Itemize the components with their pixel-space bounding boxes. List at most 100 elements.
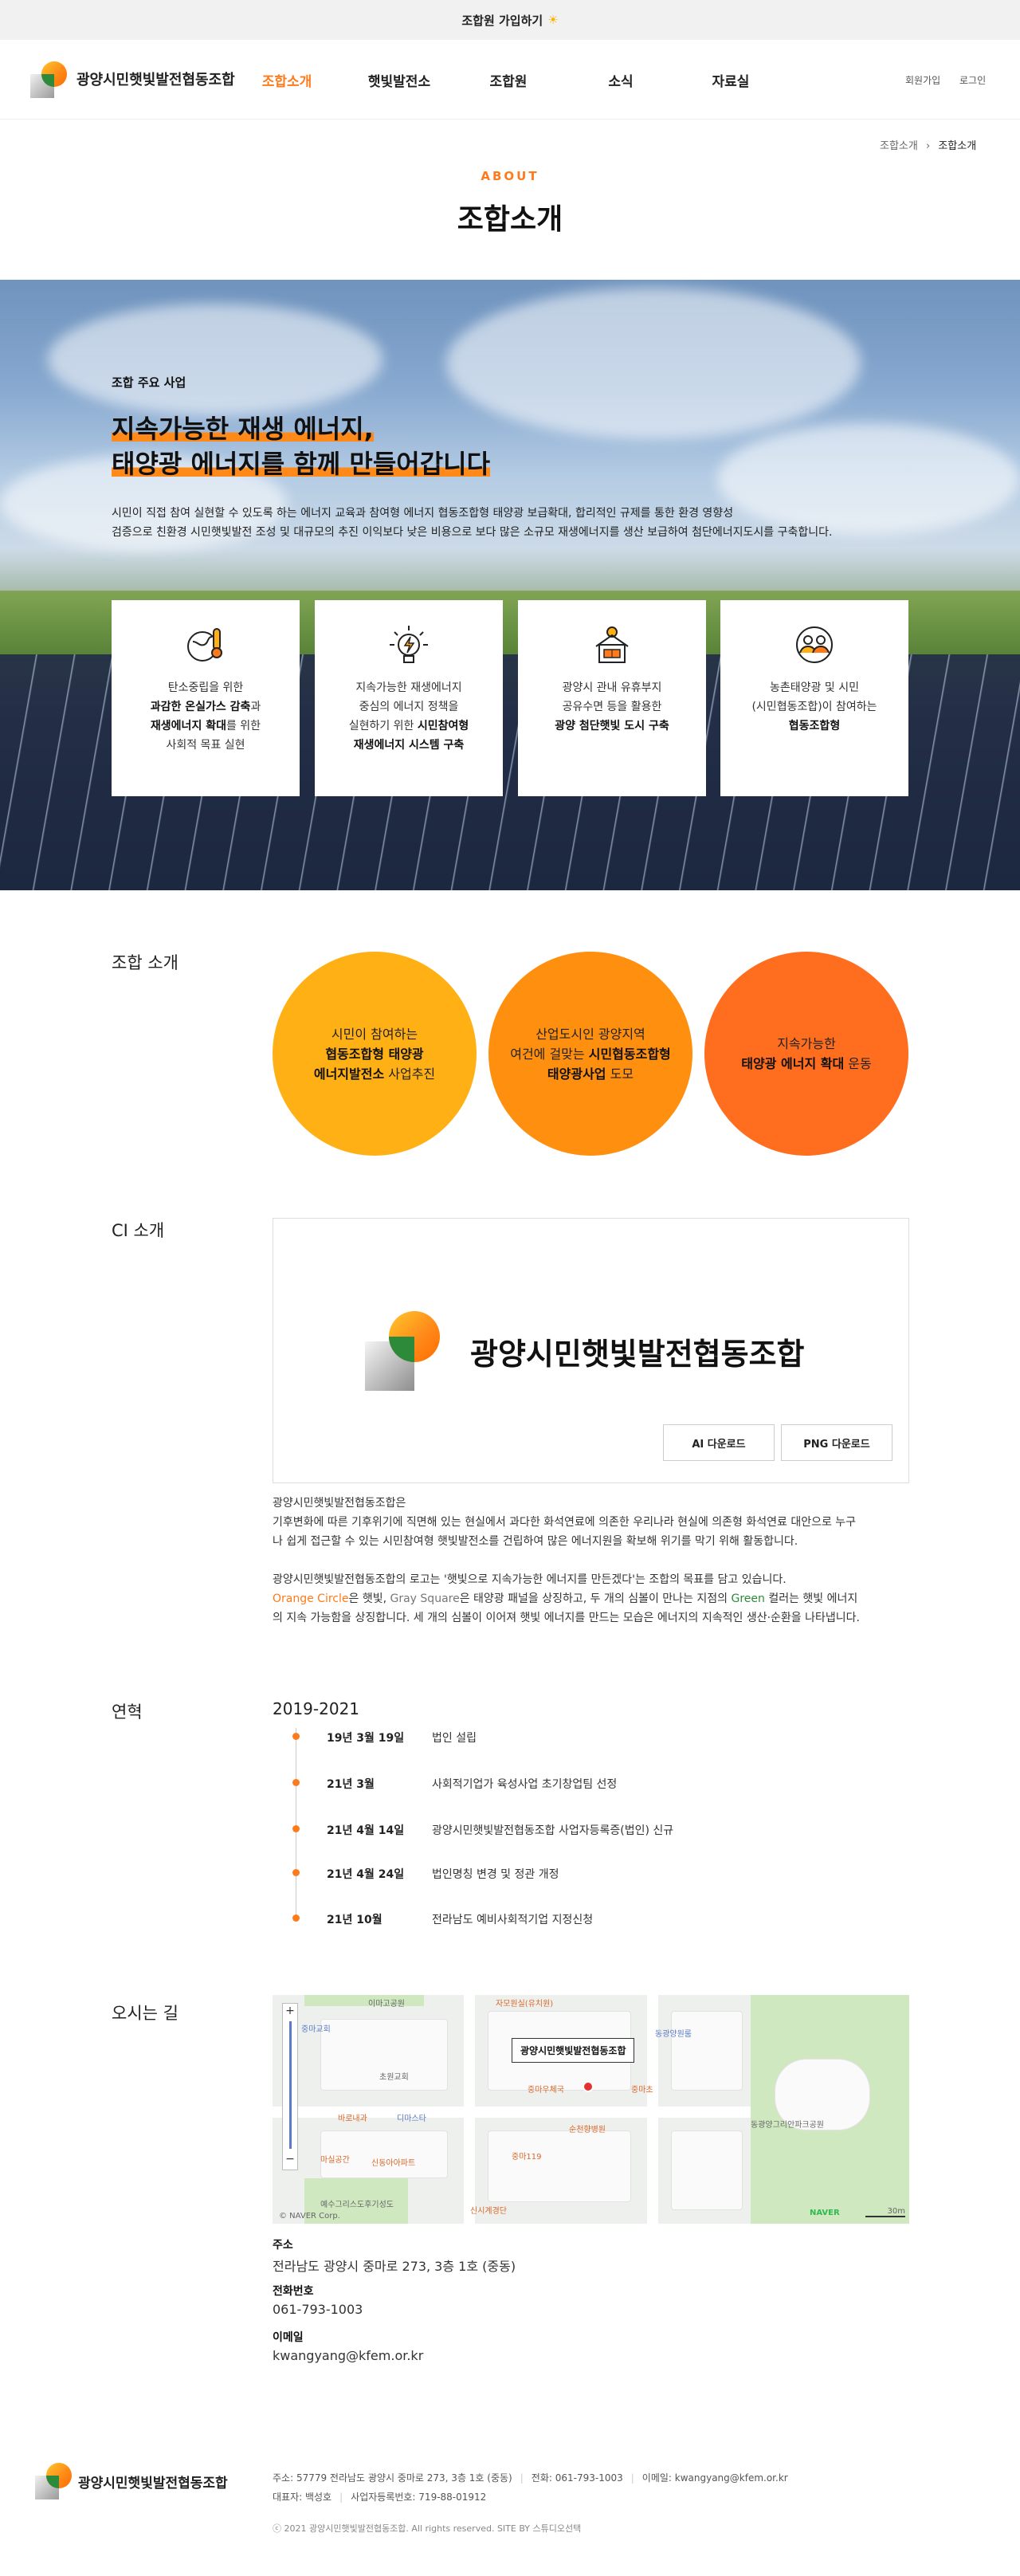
road [464,1995,475,2224]
card-line-rest: 를 위한 [226,720,261,732]
earth-thermometer-icon [185,624,226,666]
hero-overlay [0,280,1020,890]
ci-text-line: 기후변화에 따른 기후위기에 직면해 있는 현실에서 과다한 화석연료에 의존한… [273,1516,857,1529]
phone-value[interactable]: 061-793-1003 [273,2302,363,2317]
card-line-strong: 시민참여형 [417,720,469,732]
ai-download-button[interactable]: AI 다운로드 [663,1424,775,1461]
timeline-dot [292,1869,300,1876]
circle-line-strong: 시민협동조합형 [588,1046,671,1062]
card-line-strong: 재생에너지 시스템 구축 [353,739,465,752]
zoom-slider[interactable] [288,2021,292,2149]
map-place-label: 중마119 [512,2153,542,2162]
map-place-label: 자모원실(유치원) [496,2000,554,2009]
green-term: Green [731,1592,765,1605]
ci-text-line: 나 쉽게 접근할 수 있는 시민참여형 햇빛발전소를 건립하여 많은 에너지원을… [273,1535,798,1548]
ci-paragraph-1: 광양시민햇빛발전협동조합은 기후변화에 따른 기후위기에 직면해 있는 현실에서… [273,1494,910,1551]
ci-text-part: 은 햇빛, [348,1592,390,1605]
card-line: 공유수면 등을 활용한 [562,701,662,713]
circle-line-rest: 도모 [606,1066,634,1082]
circle-line: 시민이 참여하는 [331,1026,418,1042]
map-place-label: 동광양그리안파크공원 [751,2121,824,2130]
site-header: 광양시민햇빛발전협동조합 조합소개 햇빛발전소 조합원 소식 자료실 회원가입 … [0,40,1020,120]
ci-logo-name: 광양시민햇빛발전협동조합 [470,1337,805,1372]
sun-icon: ☀ [547,13,559,27]
card-line-rest: 과 [250,701,261,713]
map-place-label: 신시계경단 [470,2207,507,2216]
hero-title-text2: 태양광 에너지를 함께 만들어갑니다 [112,449,491,479]
page-title-en: ABOUT [481,169,539,183]
map-zoom-control[interactable]: + − [282,2003,298,2170]
map-scale: 30m [865,2207,905,2217]
history-text: 광양시민햇빛발전협동조합 사업자등록증(법인) 신규 [432,1824,674,1837]
map-block [671,2011,743,2091]
card-line: 탄소중립을 위한 [167,681,244,694]
join-banner[interactable]: 조합원 가입하기 ☀ [0,0,1020,40]
map-pin-icon[interactable] [583,2081,594,2092]
lightbulb-bolt-icon [388,624,430,666]
circle-line: 협동조합형 태양광 [314,1044,435,1064]
footer-info-line: 주소: 57779 전라남도 광양시 중마로 273, 3층 1호 (중동) | 전… [273,2472,788,2484]
history-section-label: 연혁 [112,1702,143,1722]
footer-address: 주소: 57779 전라남도 광양시 중마로 273, 3층 1호 (중동) [273,2472,512,2484]
circle-line-strong: 에너지발전소 [313,1066,385,1082]
footer-logo-icon[interactable] [35,2463,72,2499]
ci-logo-icon [365,1311,440,1391]
history-text: 법인 설립 [432,1732,477,1745]
nav-news[interactable]: 소식 [573,70,669,90]
history-date: 21년 4월 24일 [327,1868,405,1881]
zoom-in-icon[interactable]: + [283,2004,297,2018]
ci-text-part: 은 태양광 패널을 상징하고, 두 개의 심볼이 만나는 지점의 [459,1592,732,1605]
business-card-carbon: 탄소중립을 위한 과감한 온실가스 감축과 재생에너지 확대를 위한 사회적 목… [112,600,300,796]
card-line: 사회적 목표 실현 [166,739,245,752]
card-line: 재생에너지 시스템 구축 [315,736,503,755]
history-date: 21년 4월 14일 [327,1824,405,1837]
zoom-out-icon[interactable]: − [283,2152,297,2166]
png-download-button[interactable]: PNG 다운로드 [781,1424,892,1461]
card-line-strong: 재생에너지 확대 [150,720,226,732]
circle-line: 에너지발전소 사업추진 [314,1064,435,1084]
card-line-strong: 광양 첨단햇빛 도시 구축 [555,720,669,732]
hero-subtitle: 조합 주요 사업 [112,375,186,390]
card-line: 과감한 온실가스 감축과 [112,697,300,717]
nav-members[interactable]: 조합원 [461,70,556,90]
park-area [304,1995,424,2006]
footer-tel: 전화: 061-793-1003 [531,2472,623,2484]
login-link[interactable]: 로그인 [959,73,986,87]
circle-line: 산업도시인 광양지역 [536,1026,645,1042]
hero-title-text1: 지속가능한 재생 에너지, [112,414,374,444]
nav-archive[interactable]: 자료실 [683,70,779,90]
card-line: 광양시 관내 유휴부지 [562,681,662,694]
intro-circle-2: 산업도시인 광양지역 여건에 걸맞는 시민협동조합형 태양광사업 도모 [488,952,692,1156]
map-place-label: 마실공간 [320,2156,350,2165]
ci-text-line: 의 지속 가능함을 상징합니다. 세 개의 심볼이 이어져 햇빛 에너지를 만드… [273,1612,860,1624]
timeline-dot [292,1779,300,1786]
card-line: 중심의 에너지 정책을 [359,701,459,713]
history-text: 전라남도 예비사회적기업 지정신청 [432,1914,594,1926]
business-card-coop: 농촌태양광 및 시민 (시민협동조합)이 참여하는 협동조합형 [720,600,908,796]
map-place-label: 이마고공원 [368,2000,405,2009]
breadcrumb-parent[interactable]: 조합소개 [880,140,918,152]
email-value[interactable]: kwangyang@kfem.or.kr [273,2348,423,2363]
signup-link[interactable]: 회원가입 [905,73,940,87]
location-map[interactable]: 이마고공원 자모원실(유치원) 중마교회 초원교회 바로내과 디마스타 마실공간… [273,1995,909,2224]
card-line-strong: 과감한 온실가스 감축 [150,701,251,713]
brand-name[interactable]: 광양시민햇빛발전협동조합 [76,69,235,89]
footer-brand: 광양시민햇빛발전협동조합 [78,2476,228,2492]
join-banner-text[interactable]: 조합원 가입하기 [461,12,543,29]
business-card-policy: 지속가능한 재생에너지 중심의 에너지 정책을 실현하기 위한 시민참여형 재생… [315,600,503,796]
card-line: 실현하기 위한 시민참여형 [315,717,503,736]
nav-about[interactable]: 조합소개 [239,70,335,90]
circle-line: 태양광사업 도모 [510,1064,671,1084]
map-place-label: 중마교회 [301,2025,331,2034]
business-card-city: 광양시 관내 유휴부지 공유수면 등을 활용한 광양 첨단햇빛 도시 구축 [518,600,706,796]
circle-line-strong: 태양광 에너지 확대 [741,1056,845,1071]
footer-ceo: 대표자: 백성호 [273,2492,332,2503]
nav-solar-plant[interactable]: 햇빛발전소 [351,70,447,90]
logo-icon[interactable] [30,61,67,98]
map-place-label: 신동아아파트 [371,2159,416,2168]
card-line: 광양 첨단햇빛 도시 구축 [518,717,706,736]
chevron-right-icon: › [925,140,931,152]
breadcrumb: 조합소개 › 조합소개 [880,137,976,152]
ci-text-line: 광양시민햇빛발전협동조합의 로고는 '햇빛으로 지속가능한 에너지를 만든겠다'… [273,1573,787,1586]
circle-line-strong: 협동조합형 태양광 [325,1046,424,1062]
